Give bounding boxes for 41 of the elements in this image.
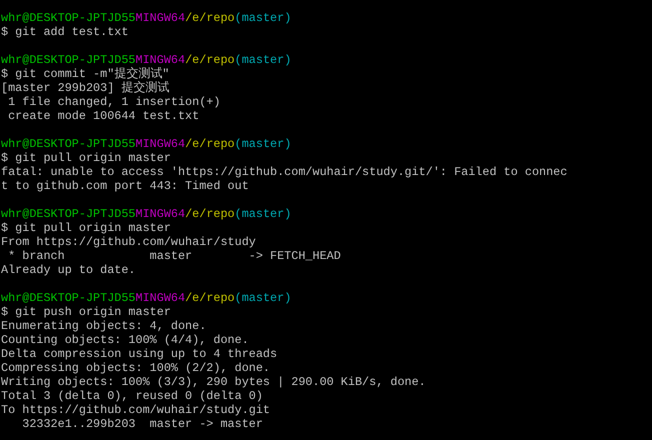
- output-line: create mode 100644 test.txt: [7, 109, 200, 123]
- output-line: Total 3 (delta 0), reused 0 (delta 0): [1, 389, 263, 403]
- command-line: $ git commit -m"提交测试": [1, 67, 170, 81]
- command-line: $ git pull origin master: [1, 221, 171, 235]
- output-line: 32332e1..299b203 master -> master: [21, 417, 263, 431]
- prompt-branch: (master): [234, 291, 292, 305]
- prompt-system: MINGW64: [136, 207, 186, 221]
- prompt-system: MINGW64: [136, 53, 186, 67]
- prompt-user-host: whr@DESKTOP-JPTJD55: [1, 207, 136, 221]
- prompt-system: MINGW64: [136, 291, 186, 305]
- command-line: $ git push origin master: [1, 305, 171, 319]
- prompt-user-host: whr@DESKTOP-JPTJD55: [1, 137, 136, 151]
- output-line: From https://github.com/wuhair/study: [1, 235, 256, 249]
- prompt-user-host: whr@DESKTOP-JPTJD55: [1, 53, 136, 67]
- prompt-user-host: whr@DESKTOP-JPTJD55: [1, 11, 136, 25]
- prompt-branch: (master): [234, 11, 292, 25]
- prompt-branch: (master): [234, 207, 292, 221]
- output-line: * branch master -> FETCH_HEAD: [7, 249, 341, 263]
- command-line: $ git pull origin master: [1, 151, 171, 165]
- command-line: $ git add test.txt: [1, 25, 128, 39]
- output-line: Delta compression using up to 4 threads: [1, 347, 278, 361]
- output-line: Writing objects: 100% (3/3), 290 bytes | 290.00 KiB/s, done.: [1, 375, 426, 389]
- output-line: Counting objects: 100% (4/4), done.: [1, 333, 249, 347]
- output-line: t to github.com port 443: Timed out: [1, 179, 249, 193]
- prompt-user-host: whr@DESKTOP-JPTJD55: [1, 291, 136, 305]
- output-line: Already up to date.: [1, 263, 136, 277]
- output-line: To https://github.com/wuhair/study.git: [1, 403, 270, 417]
- prompt-system: MINGW64: [136, 137, 186, 151]
- prompt-path: /e/repo: [185, 207, 235, 221]
- prompt-path: /e/repo: [185, 291, 235, 305]
- prompt-path: /e/repo: [185, 53, 235, 67]
- prompt-path: /e/repo: [185, 137, 235, 151]
- output-line: Enumerating objects: 4, done.: [1, 319, 206, 333]
- output-line: [master 299b203] 提交测试: [1, 81, 170, 95]
- output-line: Compressing objects: 100% (2/2), done.: [1, 361, 270, 375]
- output-line: 1 file changed, 1 insertion(+): [7, 95, 220, 109]
- prompt-branch: (master): [234, 53, 292, 67]
- output-line: fatal: unable to access 'https://github.com/wuhair/study.git/': Failed to connec: [1, 165, 568, 179]
- prompt-path: /e/repo: [185, 11, 235, 25]
- prompt-branch: (master): [234, 137, 292, 151]
- prompt-system: MINGW64: [136, 11, 186, 25]
